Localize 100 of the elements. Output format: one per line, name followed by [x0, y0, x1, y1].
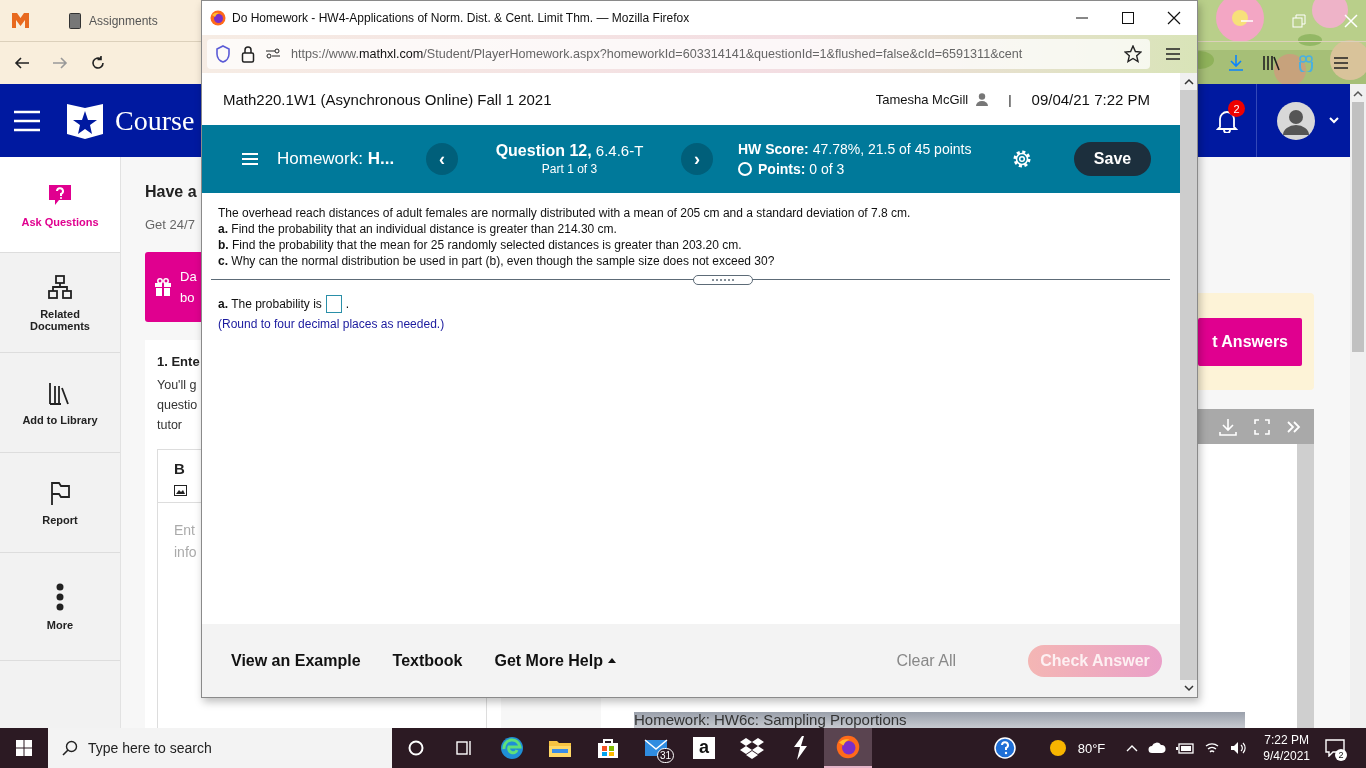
image-icon[interactable]	[174, 485, 187, 496]
question-text: b. Find the probability that the mean for 25 randomly selected distances is greater than 203.20 cm.	[218, 237, 743, 253]
notification-badge: 2	[1228, 100, 1245, 117]
back-icon[interactable]	[14, 55, 30, 71]
scrollbar[interactable]	[1297, 444, 1314, 728]
library-icon[interactable]	[1262, 54, 1280, 72]
help-link[interactable]: Get More Help	[494, 651, 616, 670]
search-field[interactable]: Type here to search	[48, 728, 392, 768]
scroll-up-icon[interactable]	[1353, 90, 1363, 98]
scroll-down-icon[interactable]	[1183, 685, 1194, 692]
user-name: Tamesha McGill	[875, 91, 969, 107]
chat-bubble-icon	[1325, 739, 1345, 757]
date-text: 9/4/2021	[1263, 748, 1310, 764]
clock[interactable]: 7:22 PM 9/4/2021	[1263, 732, 1310, 764]
answer-suffix: .	[345, 297, 350, 311]
date-time: 09/04/21 7:22 PM	[1031, 90, 1150, 108]
bold-tool[interactable]: B	[174, 460, 185, 477]
taskbar-app[interactable]: 31	[632, 728, 680, 768]
part-label: Part 1 of 3	[541, 162, 598, 176]
next-button[interactable]: ›	[681, 143, 713, 175]
homework-title[interactable]: Homework: H...	[277, 149, 408, 169]
help-link[interactable]: Textbook	[392, 651, 463, 670]
logo-text: Course	[115, 104, 195, 137]
card-text: tutor	[157, 417, 183, 434]
sidebar-item[interactable]: More	[0, 553, 120, 661]
battery-icon[interactable]	[1176, 742, 1195, 754]
question-text: a. Find the probability that an individual distance is greater than 214.30 cm.	[218, 221, 618, 237]
drag-handle[interactable]	[693, 275, 753, 285]
cortana-icon	[408, 740, 424, 756]
wifi-icon[interactable]	[1204, 741, 1221, 755]
question-title: Question 12, 6.4.6-T	[495, 142, 644, 160]
amazon-logo: a	[693, 737, 715, 759]
scrollbar[interactable]	[1180, 73, 1197, 697]
task-view-icon	[456, 740, 472, 756]
separator: |	[1008, 91, 1012, 107]
save-button[interactable]: Save	[1074, 142, 1151, 176]
reload-icon[interactable]	[90, 55, 106, 71]
volume-icon[interactable]	[1230, 741, 1249, 755]
address-bar[interactable]: https://www.mathxl.com/Student/PlayerHomework.aspx?homeworkId=603314141&questionId=1&flushed=false&cId=6591311&cent	[207, 39, 1150, 69]
document-title: Homework: HW6c: Sampling Proportions	[634, 712, 1245, 728]
banner-text: bo	[180, 290, 196, 305]
question-text: The overhead reach distances of adult females are normally distributed with a mean of 205 cm and a standard deviation of 7.8 cm.	[218, 205, 912, 221]
get-answers-button[interactable]: t Answers	[1198, 317, 1302, 366]
scrollbar[interactable]	[1350, 84, 1366, 728]
time-text: 7:22 PM	[1264, 732, 1309, 748]
window-title: Do Homework - HW4-Applications of Norm. Dist. & Cent. Limit Thm. — Mozilla Firefox	[232, 11, 690, 25]
hw-score: HW Score: 47.78%, 21.5 of 45 points	[738, 141, 973, 157]
store-icon	[597, 737, 619, 759]
answer-field[interactable]	[325, 295, 342, 313]
hint-text: (Round to four decimal places as needed.)	[218, 317, 446, 331]
site-logo-icon	[12, 13, 29, 28]
help-icon[interactable]	[993, 737, 1016, 759]
heading: Have a	[145, 183, 197, 201]
search-icon	[62, 740, 78, 756]
editor-placeholder: Ent	[174, 521, 196, 540]
hierarchy-icon	[47, 273, 73, 300]
help-link[interactable]: View an Example	[231, 651, 361, 670]
course-title: Math220.1W1 (Asynchronous Online) Fall 1 2021	[223, 90, 552, 108]
dropbox-icon	[740, 737, 764, 759]
question-text: c. Why can the normal distribution be used in part (b), even though the sample size does not exceed 30?	[218, 253, 776, 269]
cloud-icon[interactable]	[1148, 742, 1167, 754]
menu-icon[interactable]	[1165, 47, 1181, 61]
settings-icon[interactable]	[1012, 149, 1032, 169]
firefox-icon	[210, 10, 226, 26]
caret-up-icon	[607, 658, 616, 663]
star-icon[interactable]	[1124, 45, 1142, 63]
card-text: questio	[157, 397, 199, 414]
sidebar-item[interactable]: Related Documents	[0, 253, 120, 353]
chevron-down-icon[interactable]	[1329, 117, 1339, 124]
mail-badge: 31	[657, 748, 675, 763]
document-icon	[69, 12, 81, 29]
maximize-icon[interactable]	[1121, 11, 1135, 25]
subtitle: Get 24/7	[145, 217, 195, 232]
bolt-icon	[791, 736, 809, 760]
menu-icon[interactable]	[1332, 54, 1350, 72]
sidebar-item[interactable]: Add to Library	[0, 353, 120, 453]
circle-icon	[738, 162, 752, 176]
sidebar-item[interactable]: Report	[0, 453, 120, 553]
close-icon[interactable]	[1167, 11, 1181, 25]
points-text: Points: 0 of 3	[758, 161, 845, 177]
person-icon	[976, 92, 989, 106]
editor-placeholder: info	[174, 543, 198, 562]
previous-button[interactable]: ‹	[426, 143, 458, 175]
notifications-button[interactable]: 2	[1320, 728, 1350, 768]
notification-count: 2	[1335, 749, 1347, 761]
edge-icon	[500, 736, 524, 760]
sun-icon	[1048, 739, 1067, 757]
permissions-icon	[265, 48, 281, 60]
answer-label: a. The probability is	[218, 297, 322, 311]
browser-tab[interactable]: Assignments	[63, 8, 164, 33]
sidebar-item[interactable]: Ask Questions	[0, 157, 120, 253]
caret-up-icon[interactable]	[1126, 744, 1139, 752]
avatar-icon[interactable]	[1277, 101, 1315, 140]
gift-icon	[154, 278, 172, 296]
folder-icon	[548, 738, 572, 758]
weather-text: 80°F	[1077, 740, 1106, 756]
lock-icon	[241, 45, 255, 63]
banner-text: Da	[180, 269, 197, 284]
taskbar-app[interactable]: a	[680, 728, 728, 768]
scroll-up-icon[interactable]	[1183, 78, 1194, 85]
